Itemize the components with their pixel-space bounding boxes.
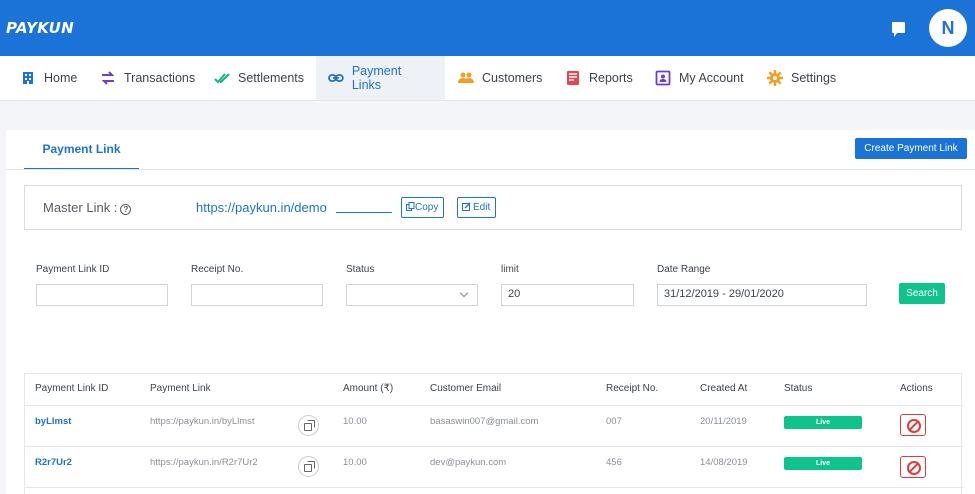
building-icon: [23, 72, 33, 84]
filter-label-limit: limit: [501, 264, 519, 275]
filter-label-receipt-no: Receipt No.: [191, 264, 244, 275]
nav-item-settlements[interactable]: Settlements: [202, 56, 316, 100]
report-icon: [567, 71, 579, 85]
paykun-logo[interactable]: PAYKUN: [6, 19, 74, 37]
row2-status-badge: Live: [784, 457, 862, 470]
master-link-label: Master Link :?: [43, 200, 132, 215]
payment-link-id-input[interactable]: [36, 284, 168, 306]
col-customer-email: Customer Email: [430, 383, 502, 394]
nav-item-settings[interactable]: Settings: [755, 56, 848, 100]
row1-status-badge: Live: [784, 416, 862, 429]
payment-link-card: Payment Link Create Payment Link Master …: [6, 130, 975, 494]
payment-links-table: Payment Link ID Payment Link Amount (₹) …: [24, 373, 963, 494]
row1-disable-button[interactable]: [900, 414, 926, 436]
row2-email: dev@paykun.com: [430, 457, 507, 468]
nav-label-home: Home: [44, 71, 78, 85]
row2-link-id[interactable]: R2r7Ur2: [35, 457, 72, 468]
user-avatar[interactable]: N: [929, 9, 967, 47]
nav-label-my-account: My Account: [679, 71, 744, 85]
row-divider: [25, 446, 963, 447]
limit-input[interactable]: 20: [501, 284, 634, 306]
tab-payment-link[interactable]: Payment Link: [24, 130, 139, 170]
edit-master-link-button[interactable]: Edit: [457, 197, 497, 218]
row1-amount: 10.00: [343, 416, 367, 427]
nav-label-settings: Settings: [791, 71, 837, 85]
help-icon[interactable]: ?: [120, 204, 132, 215]
nav-item-reports[interactable]: Reports: [553, 56, 645, 100]
double-check-icon: [214, 73, 230, 84]
copy-label: Copy: [415, 202, 439, 213]
gear-icon: [767, 70, 783, 86]
row1-link-url[interactable]: https://paykun.in/byLlmst: [150, 416, 255, 427]
col-payment-link-id: Payment Link ID: [35, 383, 109, 394]
col-payment-link: Payment Link: [150, 383, 211, 394]
row2-link-url[interactable]: https://paykun.in/R2r7Ur2: [150, 457, 258, 468]
nav-label-reports: Reports: [589, 71, 633, 85]
filter-label-payment-link-id: Payment Link ID: [36, 264, 110, 275]
filter-label-date-range: Date Range: [657, 264, 711, 275]
nav-label-customers: Customers: [482, 71, 543, 85]
chat-icon[interactable]: [892, 22, 905, 37]
col-created-at: Created At: [700, 383, 748, 394]
col-receipt-no: Receipt No.: [606, 383, 659, 394]
nav-item-my-account[interactable]: My Account: [643, 56, 756, 100]
nav-label-payment-links: Payment Links: [351, 64, 402, 92]
nav-item-payment-links[interactable]: Payment Links: [316, 56, 445, 100]
row2-copy-link-button[interactable]: [298, 456, 319, 477]
master-link-underline: [336, 212, 392, 213]
col-amount: Amount (₹): [343, 383, 394, 394]
nav-item-customers[interactable]: Customers: [446, 56, 554, 100]
chevron-down-icon: [459, 288, 469, 298]
create-payment-link-button[interactable]: Create Payment Link: [855, 138, 967, 159]
users-icon: [458, 72, 474, 83]
date-range-input[interactable]: 31/12/2019 - 29/01/2020: [657, 284, 867, 306]
tab-divider: [6, 169, 975, 170]
row1-copy-link-button[interactable]: [298, 415, 319, 436]
master-link-label-text: Master Link :: [43, 200, 118, 215]
col-status: Status: [784, 383, 813, 394]
row2-created-at: 14/08/2019: [700, 457, 748, 468]
nav-label-transactions: Transactions: [124, 71, 196, 85]
edit-icon: [462, 202, 471, 211]
nav-item-home[interactable]: Home: [8, 56, 89, 100]
top-bar: PAYKUN N: [0, 0, 975, 56]
nav-item-transactions[interactable]: Transactions: [88, 56, 207, 100]
row2-disable-button[interactable]: [900, 456, 926, 478]
link-icon: [328, 74, 344, 82]
copy-icon: [406, 202, 415, 211]
row2-amount: 10.00: [343, 457, 367, 468]
search-button[interactable]: Search: [899, 283, 945, 304]
row2-receipt: 456: [606, 457, 622, 468]
row1-email: basaswin007@gmail.com: [430, 416, 539, 427]
filter-label-status: Status: [346, 264, 375, 275]
master-link-url[interactable]: https://paykun.in/demo: [196, 200, 327, 215]
swap-arrows-icon: [101, 71, 115, 85]
receipt-no-input[interactable]: [191, 284, 323, 306]
row1-link-id[interactable]: byLlmst: [35, 416, 71, 427]
copy-master-link-button[interactable]: Copy: [401, 197, 445, 218]
row-divider: [25, 487, 963, 488]
row1-receipt: 007: [606, 416, 622, 427]
main-nav: Home Transactions Settlements Payment Li…: [0, 56, 975, 101]
row1-created-at: 20/11/2019: [700, 416, 747, 427]
master-link-box: Master Link :? https://paykun.in/demo Co…: [24, 185, 962, 230]
status-select[interactable]: [346, 284, 478, 306]
header-divider: [25, 405, 963, 406]
nav-label-settlements: Settlements: [238, 71, 305, 85]
edit-label: Edit: [473, 202, 491, 213]
id-card-icon: [655, 70, 671, 86]
col-actions: Actions: [900, 383, 933, 394]
